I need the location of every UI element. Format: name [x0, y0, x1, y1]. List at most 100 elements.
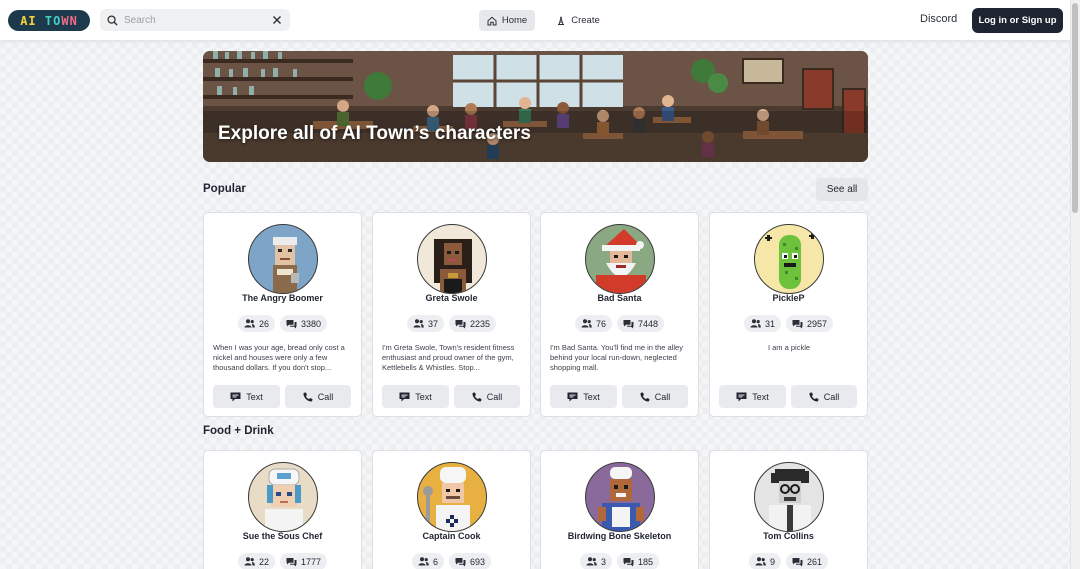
text-button[interactable]: Text: [382, 385, 449, 408]
phone-icon: [303, 392, 313, 402]
cafe-scene-illustration: [203, 51, 868, 162]
users-count-badge: 26: [237, 315, 275, 332]
avatar-angry-boomer: [248, 224, 318, 294]
users-icon: [418, 557, 429, 566]
users-count: 26: [258, 318, 269, 329]
search-icon: [107, 14, 118, 26]
users-count-badge: 76: [574, 315, 612, 332]
call-button[interactable]: Call: [454, 385, 520, 408]
messages-icon: [623, 319, 634, 328]
section-title-popular: Popular: [203, 183, 246, 195]
call-button[interactable]: Call: [285, 385, 351, 408]
messages-count-badge: 7448: [616, 315, 665, 332]
call-button-label: Call: [823, 391, 840, 402]
close-icon[interactable]: [272, 15, 282, 25]
login-button[interactable]: Log in or Sign up: [972, 8, 1063, 33]
nav-home-label: Home: [501, 15, 528, 26]
character-card-birdwing-bone-skeleton[interactable]: Birdwing Bone Skeleton 3 185: [540, 450, 699, 569]
card-actions: Text Call: [382, 385, 520, 408]
card-actions: Text Call: [550, 385, 688, 408]
users-count: 3: [600, 556, 606, 567]
character-name: The Angry Boomer: [242, 293, 323, 303]
character-card-angry-boomer[interactable]: The Angry Boomer 26 3380 When I was your…: [203, 212, 362, 417]
character-card-greta-swole[interactable]: Greta Swole 37 2235 I'm Greta Swole, Tow…: [372, 212, 531, 417]
card-actions: Text Call: [719, 385, 857, 408]
users-count-badge: 22: [237, 553, 275, 569]
character-card-captain-cook[interactable]: Captain Cook 6 693: [372, 450, 531, 569]
messages-icon: [792, 557, 803, 566]
users-count-badge: 6: [411, 553, 444, 569]
see-all-button[interactable]: See all: [816, 178, 868, 201]
page-scrollbar[interactable]: [1070, 0, 1080, 569]
character-card-sue-the-sous-chef[interactable]: Sue the Sous Chef 22 1777: [203, 450, 362, 569]
avatar-birdwing-bone-skeleton: [585, 462, 655, 532]
text-button[interactable]: Text: [719, 385, 786, 408]
messages-count: 261: [806, 556, 823, 567]
phone-icon: [472, 392, 482, 402]
nav-create-tab[interactable]: Create: [550, 10, 606, 31]
users-count-badge: 3: [579, 553, 612, 569]
discord-link[interactable]: Discord: [920, 13, 957, 25]
text-button[interactable]: Text: [550, 385, 617, 408]
call-button[interactable]: Call: [791, 385, 857, 408]
character-description: When I was your age, bread only cost a n…: [213, 343, 345, 372]
ai-town-logo[interactable]: AI TO WN: [8, 10, 90, 31]
users-count-badge: 37: [406, 315, 444, 332]
character-card-tom-collins[interactable]: Tom Collins 9 261: [709, 450, 868, 569]
messages-count: 2957: [806, 318, 828, 329]
avatar-tom-collins: [754, 462, 824, 532]
avatar-picklep: [754, 224, 824, 294]
users-count: 76: [595, 318, 606, 329]
call-button[interactable]: Call: [622, 385, 688, 408]
messages-count: 1777: [300, 556, 322, 567]
avatar-bad-santa: [585, 224, 655, 294]
users-icon: [244, 319, 255, 328]
character-stats: 26 3380: [204, 315, 361, 332]
users-icon: [581, 319, 592, 328]
messages-count-badge: 1777: [279, 553, 328, 569]
chat-bubble-icon: [399, 392, 410, 401]
users-icon: [755, 557, 766, 566]
character-card-bad-santa[interactable]: Bad Santa 76 7448 I'm Bad Santa. You'll …: [540, 212, 699, 417]
character-stats: 6 693: [373, 553, 530, 569]
text-button-label: Text: [752, 391, 769, 402]
card-actions: Text Call: [213, 385, 351, 408]
character-name: Bad Santa: [597, 293, 642, 303]
text-button[interactable]: Text: [213, 385, 280, 408]
messages-count: 2235: [469, 318, 491, 329]
hero-title: Explore all of AI Town’s characters: [218, 123, 531, 144]
search-input[interactable]: [124, 11, 272, 29]
character-stats: 76 7448: [541, 315, 698, 332]
users-icon: [586, 557, 597, 566]
character-name: Captain Cook: [422, 531, 481, 541]
character-stats: 31 2957: [710, 315, 867, 332]
text-button-label: Text: [583, 391, 600, 402]
users-count-badge: 9: [748, 553, 781, 569]
text-button-label: Text: [415, 391, 432, 402]
nav-home-tab[interactable]: Home: [479, 10, 535, 31]
character-name: PickleP: [772, 293, 805, 303]
users-count: 9: [769, 556, 775, 567]
users-count: 31: [764, 318, 775, 329]
scrollbar-thumb[interactable]: [1072, 3, 1078, 213]
character-card-picklep[interactable]: PickleP 31 2957 I am a pickle Text Call: [709, 212, 868, 417]
messages-count-badge: 2235: [448, 315, 497, 332]
messages-count: 7448: [637, 318, 659, 329]
users-icon: [244, 557, 255, 566]
call-button-label: Call: [654, 391, 671, 402]
text-button-label: Text: [246, 391, 263, 402]
character-name: Greta Swole: [425, 293, 478, 303]
messages-icon: [792, 319, 803, 328]
character-name: Tom Collins: [763, 531, 814, 541]
users-count: 22: [258, 556, 269, 567]
messages-count-badge: 693: [448, 553, 492, 569]
home-icon: [487, 16, 497, 25]
search-bar: [100, 9, 290, 31]
hero-banner: Explore all of AI Town’s characters: [203, 51, 868, 162]
chat-bubble-icon: [567, 392, 578, 401]
users-count: 6: [432, 556, 438, 567]
messages-icon: [286, 557, 297, 566]
top-nav-bar: AI TOWN Home Create Discord Log in or Si…: [0, 0, 1070, 41]
avatar-sue-the-sous-chef: [248, 462, 318, 532]
messages-count-badge: 185: [616, 553, 660, 569]
